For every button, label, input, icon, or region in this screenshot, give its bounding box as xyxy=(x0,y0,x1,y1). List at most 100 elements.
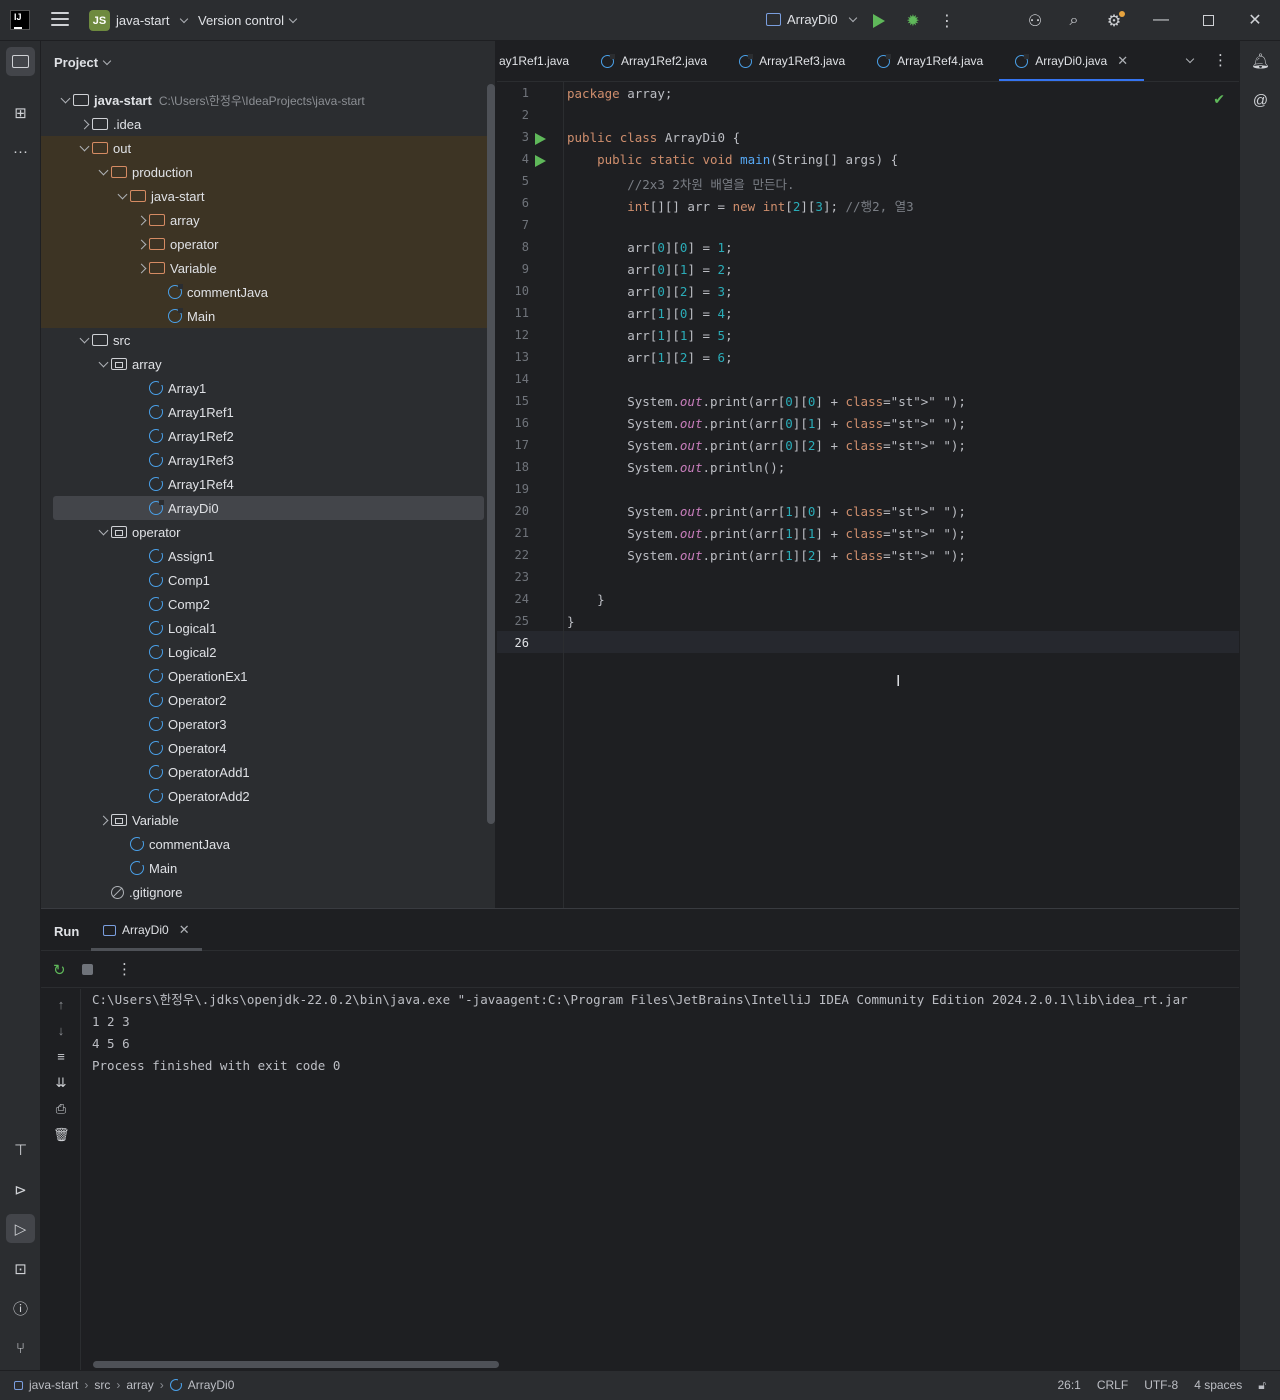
chevron-right-icon[interactable] xyxy=(95,817,111,824)
tree-item[interactable]: Variable xyxy=(41,256,495,280)
chevron-down-icon[interactable] xyxy=(114,191,130,201)
breadcrumb-item[interactable]: java-start xyxy=(29,1378,78,1392)
notifications-button[interactable]: 🔔︎ xyxy=(1246,46,1275,75)
chevron-down-icon[interactable] xyxy=(95,527,111,537)
minimize-button[interactable]: — xyxy=(1151,10,1171,30)
tree-item[interactable]: OperatorAdd1 xyxy=(41,760,495,784)
tree-item[interactable]: production xyxy=(41,160,495,184)
editor-tab[interactable]: Array1Ref2.java xyxy=(585,41,723,81)
line-ending[interactable]: CRLF xyxy=(1097,1378,1128,1393)
tree-item[interactable]: java-start C:\Users\한정우\IdeaProjects\java… xyxy=(41,88,495,112)
git-tool-button[interactable]: ⑂ xyxy=(6,1334,35,1363)
run-config-selector[interactable]: ArrayDi0 xyxy=(766,12,857,27)
tree-item[interactable]: Assign1 xyxy=(41,544,495,568)
chevron-down-icon[interactable] xyxy=(57,95,73,105)
tree-item[interactable]: Operator2 xyxy=(41,688,495,712)
terminal-tool-button[interactable]: ⊡ xyxy=(6,1254,35,1283)
editor-tab[interactable]: ArrayDi0.java ✕ xyxy=(999,41,1145,81)
main-menu-icon[interactable] xyxy=(51,12,69,28)
structure-tool-button[interactable]: ⊞ xyxy=(6,98,35,127)
project-selector[interactable]: JS java-start xyxy=(89,10,189,31)
tree-item[interactable]: Comp1 xyxy=(41,568,495,592)
project-tool-button[interactable] xyxy=(6,47,35,76)
tree-item[interactable]: Operator3 xyxy=(41,712,495,736)
caret-position[interactable]: 26:1 xyxy=(1057,1378,1080,1393)
tree-item[interactable]: OperationEx1 xyxy=(41,664,495,688)
run-tool-button[interactable]: ▷ xyxy=(6,1214,35,1243)
editor-tab[interactable]: Array1Ref4.java xyxy=(861,41,999,81)
tree-item[interactable]: .idea xyxy=(41,112,495,136)
tree-item[interactable]: Operator4 xyxy=(41,736,495,760)
tree-item[interactable]: operator xyxy=(41,520,495,544)
tree-item[interactable]: ArrayDi0 xyxy=(53,496,484,520)
chevron-right-icon[interactable] xyxy=(76,121,92,128)
tree-item[interactable]: Logical1 xyxy=(41,616,495,640)
gutter-run-icon[interactable] xyxy=(535,155,546,167)
gutter-run-icon[interactable] xyxy=(535,133,546,145)
chevron-right-icon[interactable] xyxy=(133,217,149,224)
tree-item[interactable]: array xyxy=(41,352,495,376)
scroll-to-end-button[interactable]: ⇊ xyxy=(53,1075,69,1091)
tree-item[interactable]: Comp2 xyxy=(41,592,495,616)
close-icon[interactable]: ✕ xyxy=(1117,53,1128,69)
close-icon[interactable]: ✕ xyxy=(179,922,190,938)
code-with-me-button[interactable]: ⚇ xyxy=(1024,10,1046,32)
chevron-down-icon[interactable] xyxy=(95,359,111,369)
tree-item[interactable]: java-start xyxy=(41,184,495,208)
breadcrumb-item[interactable]: array xyxy=(126,1378,153,1392)
chevron-down-icon[interactable] xyxy=(76,335,92,345)
services-tool-button[interactable]: ⊳ xyxy=(6,1175,35,1204)
file-encoding[interactable]: UTF-8 xyxy=(1144,1378,1178,1393)
ai-assistant-button[interactable]: @ xyxy=(1246,86,1275,115)
chevron-right-icon[interactable] xyxy=(133,241,149,248)
console-output[interactable]: C:\Users\한정우\.jdks\openjdk-22.0.2\bin\ja… xyxy=(92,989,1239,1359)
editor-tab[interactable]: Array1Ref3.java xyxy=(723,41,861,81)
indent-setting[interactable]: 4 spaces xyxy=(1194,1378,1242,1393)
tree-item[interactable]: operator xyxy=(41,232,495,256)
tree-item[interactable]: Logical2 xyxy=(41,640,495,664)
tree-item[interactable]: .gitignore xyxy=(41,880,495,904)
tree-item[interactable]: Main xyxy=(41,304,495,328)
tree-item[interactable]: Variable xyxy=(41,808,495,832)
run-more-button[interactable]: ⋮ xyxy=(117,960,132,978)
tree-item[interactable]: Array1Ref4 xyxy=(41,472,495,496)
chevron-right-icon[interactable] xyxy=(133,265,149,272)
more-tools-button[interactable]: ··· xyxy=(6,137,35,166)
editor-tab[interactable]: ay1Ref1.java xyxy=(497,41,585,81)
breadcrumb-item[interactable]: src xyxy=(94,1378,110,1392)
tree-item[interactable]: commentJava xyxy=(41,832,495,856)
settings-button[interactable]: ⚙ xyxy=(1103,10,1125,32)
search-button[interactable]: ⌕ xyxy=(1063,10,1085,32)
problems-tool-button[interactable]: ⓘ xyxy=(6,1294,35,1323)
breadcrumb-item[interactable]: ArrayDi0 xyxy=(188,1378,235,1392)
tab-list-button[interactable] xyxy=(1181,53,1195,68)
tree-item[interactable]: Array1Ref2 xyxy=(41,424,495,448)
more-actions-button[interactable]: ⋮ xyxy=(936,10,958,32)
tree-item[interactable]: out xyxy=(41,136,495,160)
debug-button[interactable]: ✹ xyxy=(902,10,924,32)
run-tab-arraydi0[interactable]: ArrayDi0 ✕ xyxy=(91,909,202,951)
tree-item[interactable]: Main xyxy=(41,856,495,880)
lock-icon[interactable]: 🔓︎ xyxy=(1258,1378,1266,1393)
tree-item[interactable]: Array1Ref3 xyxy=(41,448,495,472)
tree-item[interactable]: Array1 xyxy=(41,376,495,400)
tab-more-button[interactable]: ⋮ xyxy=(1213,51,1228,69)
build-tool-button[interactable]: ⊤ xyxy=(6,1135,35,1164)
maximize-button[interactable] xyxy=(1198,10,1218,30)
console-horizontal-scrollbar[interactable] xyxy=(93,1361,499,1368)
code-area[interactable]: package array; public class ArrayDi0 { pu… xyxy=(565,82,1237,908)
scroll-down-button[interactable]: ↓ xyxy=(53,1023,69,1039)
print-button[interactable]: ⎙ xyxy=(53,1101,69,1117)
stop-button[interactable] xyxy=(82,964,93,975)
clear-console-button[interactable]: 🗑︎ xyxy=(53,1127,70,1143)
rerun-button[interactable]: ↻ xyxy=(53,961,66,979)
close-window-button[interactable]: ✕ xyxy=(1245,10,1265,30)
scroll-up-button[interactable]: ↑ xyxy=(53,997,69,1013)
tree-item[interactable]: Array1Ref1 xyxy=(41,400,495,424)
run-button[interactable] xyxy=(868,10,890,32)
project-panel-title[interactable]: Project xyxy=(54,55,112,70)
chevron-down-icon[interactable] xyxy=(76,143,92,153)
version-control-menu[interactable]: Version control xyxy=(198,13,298,28)
soft-wrap-button[interactable]: ≡ xyxy=(53,1049,69,1065)
tree-item[interactable]: OperatorAdd2 xyxy=(41,784,495,808)
